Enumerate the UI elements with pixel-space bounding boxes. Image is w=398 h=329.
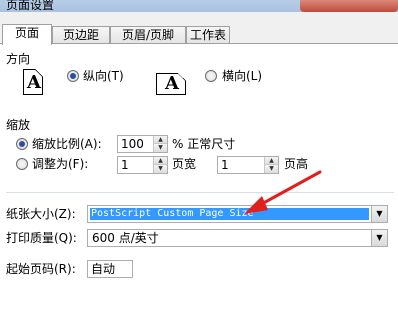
adjust-to-radio[interactable] (16, 138, 28, 150)
fit-to-label[interactable]: 调整为(F): (32, 157, 88, 171)
close-button[interactable] (300, 0, 398, 12)
tab-header-footer[interactable]: 页眉/页脚 (110, 26, 186, 44)
spin-down-icon[interactable]: ▼ (154, 165, 167, 173)
print-quality-dropdown[interactable]: 600 点/英寸 ▼ (87, 229, 388, 247)
pages-wide-label: 页宽 (172, 157, 197, 171)
spin-down-icon[interactable]: ▼ (265, 165, 278, 173)
tab-margins-label: 页边距 (62, 28, 99, 42)
tab-page[interactable]: 页面 (2, 24, 52, 45)
portrait-label[interactable]: 纵向(T) (83, 69, 124, 83)
adjust-to-label[interactable]: 缩放比例(A): (32, 137, 102, 151)
section-divider (6, 192, 394, 193)
pages-tall-label: 页高 (284, 157, 309, 171)
pages-tall-spinner[interactable]: 1 ▲ ▼ (217, 156, 279, 174)
scale-percent-spinner[interactable]: 100 ▲ ▼ (117, 135, 168, 153)
tab-sheet[interactable]: 工作表 (186, 26, 230, 44)
portrait-page-icon: A (23, 69, 43, 95)
spin-up-icon[interactable]: ▲ (154, 157, 167, 165)
paper-size-value[interactable]: PostScript Custom Page Size (91, 207, 254, 221)
tab-sheet-label: 工作表 (189, 28, 226, 42)
landscape-radio[interactable] (205, 70, 217, 82)
spin-down-icon[interactable]: ▼ (154, 144, 167, 152)
pages-wide-value[interactable]: 1 (121, 158, 129, 172)
first-page-number-input[interactable]: 自动 (87, 260, 133, 278)
scale-percent-value[interactable]: 100 (121, 137, 144, 151)
scaling-heading: 缩放 (6, 118, 31, 132)
window-title: 页面设置 (6, 0, 55, 12)
orientation-heading: 方向 (6, 52, 31, 66)
pages-tall-value[interactable]: 1 (221, 158, 229, 172)
fit-to-radio[interactable] (16, 158, 28, 170)
tab-strip: 页面 页边距 页眉/页脚 工作表 (0, 24, 398, 45)
tab-margins[interactable]: 页边距 (52, 26, 110, 44)
portrait-radio[interactable] (67, 70, 79, 82)
first-page-number-label: 起始页码(R): (6, 262, 76, 276)
tab-header-footer-label: 页眉/页脚 (121, 28, 175, 42)
first-page-number-value[interactable]: 自动 (91, 262, 115, 276)
landscape-page-letter: A (165, 73, 179, 94)
portrait-page-letter: A (27, 72, 41, 93)
landscape-label[interactable]: 横向(L) (222, 69, 262, 83)
dropdown-arrow-icon[interactable]: ▼ (371, 206, 387, 222)
percent-normal-size-label: % 正常尺寸 (172, 137, 236, 151)
paper-size-label: 纸张大小(Z): (6, 207, 76, 221)
page-tab-panel (0, 43, 398, 329)
pages-wide-spinner[interactable]: 1 ▲ ▼ (117, 156, 168, 174)
tab-page-label: 页面 (14, 26, 39, 40)
spin-up-icon[interactable]: ▲ (265, 157, 278, 165)
dropdown-arrow-icon[interactable]: ▼ (371, 230, 387, 246)
landscape-page-icon: A (156, 73, 186, 95)
print-quality-label: 打印质量(Q): (6, 231, 77, 245)
print-quality-value[interactable]: 600 点/英寸 (92, 231, 159, 245)
spin-up-icon[interactable]: ▲ (154, 136, 167, 144)
paper-size-dropdown[interactable]: PostScript Custom Page Size ▼ (87, 205, 388, 223)
paper-size-selection[interactable]: PostScript Custom Page Size (90, 208, 369, 220)
